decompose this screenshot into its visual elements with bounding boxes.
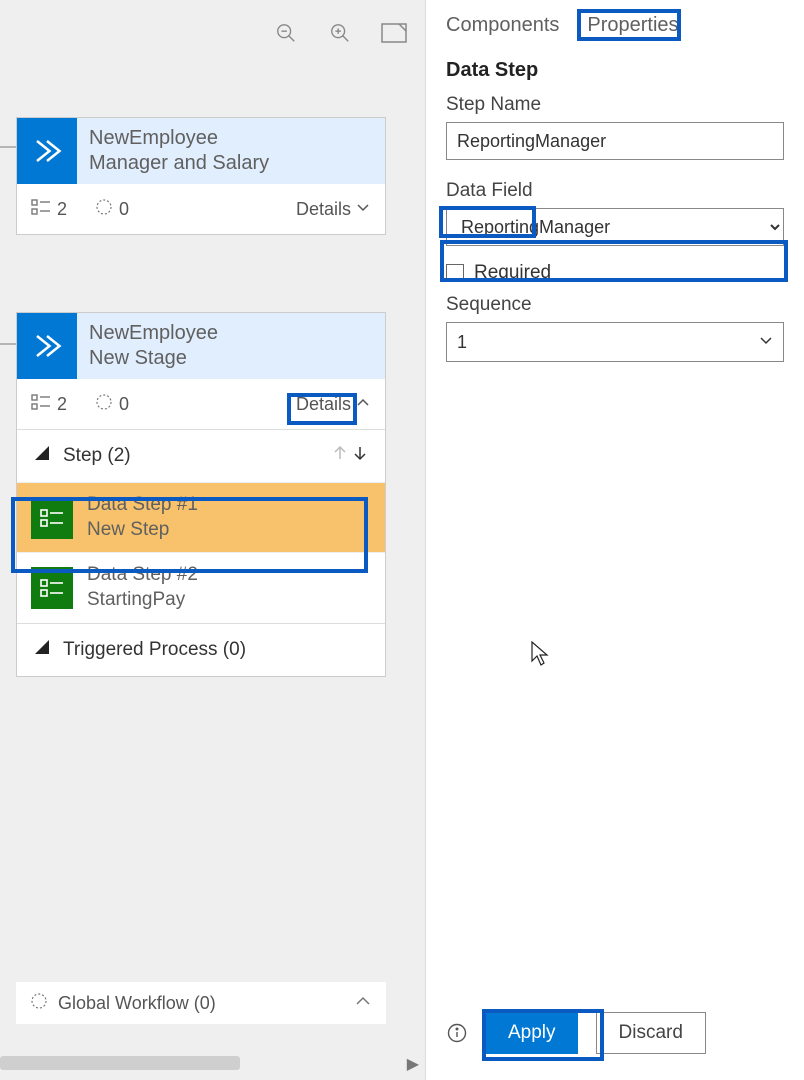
connector-line <box>0 343 16 345</box>
data-field-field: Data Field ReportingManager <box>426 166 804 252</box>
connector-line <box>0 146 16 148</box>
stage-header: NewEmployee Manager and Salary <box>17 118 385 184</box>
stage-chevron-icon <box>17 118 77 184</box>
steps-icon <box>31 393 51 416</box>
sequence-label: Sequence <box>446 294 784 316</box>
step-text: Data Step #1 New Step <box>87 493 198 542</box>
data-step-icon <box>31 497 73 539</box>
panel-footer: Apply Discard <box>426 1000 804 1080</box>
scroll-right-icon[interactable]: ▶ <box>407 1054 419 1074</box>
step-name-field: Step Name <box>426 88 804 166</box>
discard-button[interactable]: Discard <box>596 1012 706 1054</box>
details-toggle[interactable]: Details <box>296 199 371 220</box>
workflow-count-label: 0 <box>119 199 129 220</box>
step-sub-label: StartingPay <box>87 588 198 613</box>
stage-header: NewEmployee New Stage <box>17 313 385 379</box>
sequence-field: Sequence 1 <box>426 294 804 368</box>
workflow-icon <box>95 198 113 221</box>
stage-card[interactable]: NewEmployee New Stage 2 0 <box>16 312 386 677</box>
triggered-process-row[interactable]: Triggered Process (0) <box>17 623 385 676</box>
triggered-process-label: Triggered Process (0) <box>63 639 246 661</box>
stage-name-label: New Stage <box>89 346 218 371</box>
global-workflow-label: Global Workflow (0) <box>58 993 216 1014</box>
stage-chevron-icon <box>17 313 77 379</box>
move-down-icon[interactable] <box>351 444 369 468</box>
designer-canvas: NewEmployee Manager and Salary 2 0 <box>0 0 425 1080</box>
details-toggle[interactable]: Details <box>296 394 371 415</box>
step-section-label: Step (2) <box>63 445 131 467</box>
step-text: Data Step #2 StartingPay <box>87 563 198 612</box>
workflow-count-label: 0 <box>119 394 129 415</box>
step-section-header: Step (2) <box>17 429 385 482</box>
panel-tabs: Components Properties <box>426 0 804 43</box>
info-icon[interactable] <box>446 1022 468 1044</box>
section-title: Data Step <box>426 43 804 88</box>
required-label: Required <box>474 262 551 284</box>
global-workflow-bar[interactable]: Global Workflow (0) <box>16 982 386 1024</box>
data-step-icon <box>31 567 73 609</box>
steps-count-label: 2 <box>57 394 67 415</box>
zoom-out-icon[interactable] <box>273 20 299 46</box>
chevron-up-icon <box>355 394 371 415</box>
chevron-down-icon <box>355 199 371 220</box>
step-item[interactable]: Data Step #1 New Step <box>17 482 385 552</box>
stage-title: NewEmployee New Stage <box>77 313 230 379</box>
data-field-select[interactable]: ReportingManager <box>446 208 784 246</box>
canvas-toolbar <box>273 20 407 46</box>
workflow-icon <box>30 992 48 1015</box>
required-row[interactable]: Required <box>426 252 804 294</box>
step-sub-label: New Step <box>87 518 198 543</box>
steps-icon <box>31 198 51 221</box>
tab-components[interactable]: Components <box>446 14 559 37</box>
required-checkbox[interactable] <box>446 264 464 282</box>
chevron-up-icon <box>354 992 372 1015</box>
scrollbar-thumb[interactable] <box>0 1056 240 1070</box>
step-name-label: Step Name <box>446 94 784 116</box>
move-up-icon[interactable] <box>331 444 349 468</box>
triangle-icon <box>33 638 51 662</box>
sequence-select[interactable]: 1 <box>446 322 784 362</box>
properties-panel: Components Properties Data Step Step Nam… <box>425 0 804 1080</box>
step-item[interactable]: Data Step #2 StartingPay <box>17 552 385 622</box>
step-title-label: Data Step #1 <box>87 493 198 518</box>
stage-card[interactable]: NewEmployee Manager and Salary 2 0 <box>16 117 386 235</box>
stage-entity-label: NewEmployee <box>89 126 269 151</box>
mouse-cursor-icon <box>531 641 551 667</box>
apply-button[interactable]: Apply <box>486 1012 578 1054</box>
zoom-in-icon[interactable] <box>327 20 353 46</box>
tab-properties[interactable]: Properties <box>587 14 678 37</box>
workflow-icon <box>95 393 113 416</box>
stage-title: NewEmployee Manager and Salary <box>77 118 281 184</box>
step-title-label: Data Step #2 <box>87 563 198 588</box>
chevron-down-icon <box>759 333 773 352</box>
stage-name-label: Manager and Salary <box>89 151 269 176</box>
stage-entity-label: NewEmployee <box>89 321 218 346</box>
stage-meta: 2 0 Details <box>17 379 385 429</box>
data-field-label: Data Field <box>446 180 784 202</box>
steps-count-label: 2 <box>57 199 67 220</box>
triangle-icon <box>33 444 51 468</box>
details-label: Details <box>296 394 351 415</box>
stage-meta: 2 0 Details <box>17 184 385 234</box>
fit-to-screen-icon[interactable] <box>381 20 407 46</box>
step-name-input[interactable] <box>446 122 784 160</box>
sequence-value: 1 <box>457 332 759 353</box>
details-label: Details <box>296 199 351 220</box>
horizontal-scrollbar[interactable]: ▶ <box>0 1056 425 1070</box>
